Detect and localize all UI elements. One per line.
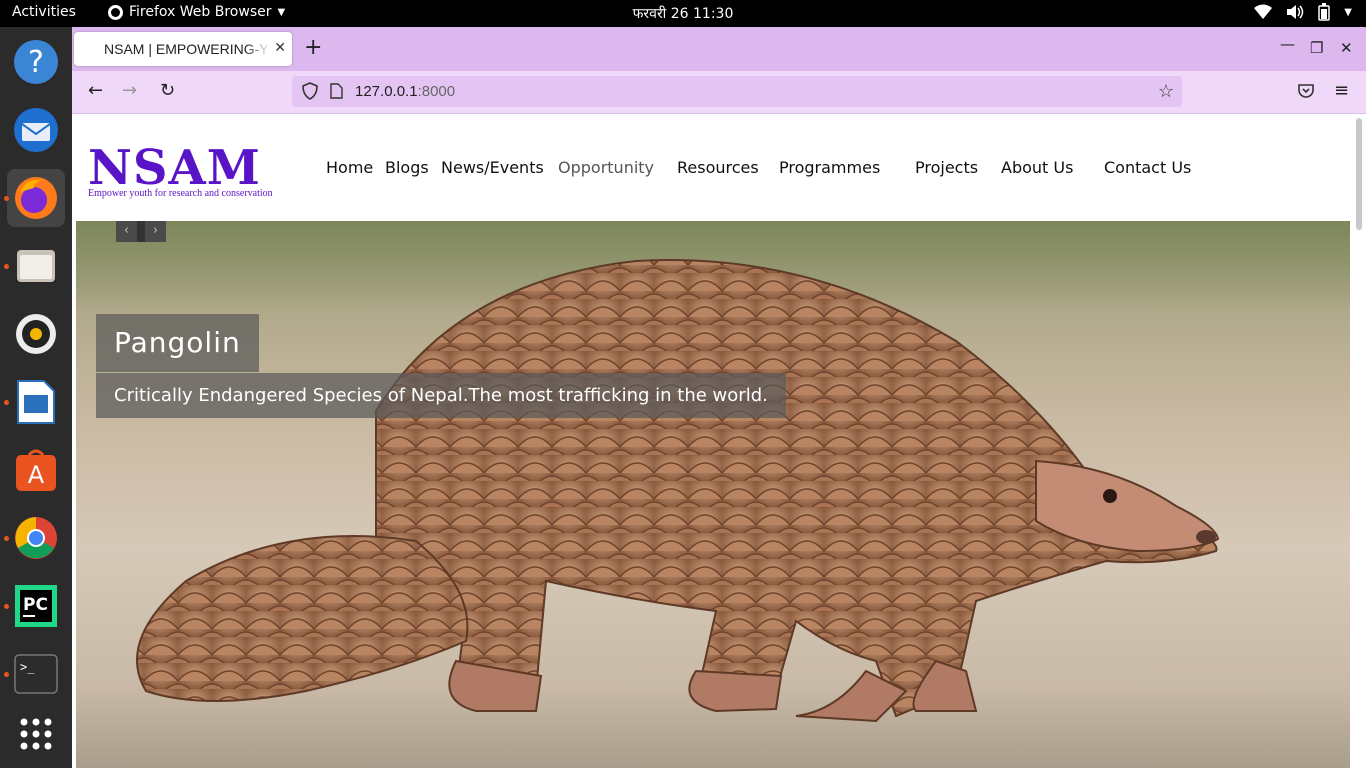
dock-firefox[interactable]	[4, 169, 65, 227]
nav-news-events[interactable]: News/Events	[441, 158, 544, 177]
bookmark-star-icon[interactable]: ☆	[1158, 81, 1174, 102]
nav-blogs[interactable]: Blogs	[385, 158, 429, 177]
slide-caption-title: Pangolin	[96, 314, 259, 372]
shield-icon[interactable]	[302, 82, 318, 100]
nav-programmes[interactable]: Programmes	[779, 158, 880, 177]
reload-icon[interactable]: ↻	[160, 80, 175, 101]
page-content: NSAM Empower youth for research and cons…	[72, 114, 1366, 768]
firefox-icon	[15, 177, 57, 219]
hamburger-menu-icon[interactable]: ≡	[1334, 80, 1349, 101]
running-indicator	[4, 264, 9, 269]
site-logo[interactable]: NSAM Empower youth for research and cons…	[88, 142, 303, 202]
logo-tagline: Empower youth for research and conservat…	[88, 188, 273, 199]
dock-help[interactable]: ?	[7, 33, 65, 91]
activities-button[interactable]: Activities	[12, 4, 76, 20]
slide-caption-text: Critically Endangered Species of Nepal.T…	[96, 373, 786, 418]
new-tab-button[interactable]: +	[304, 35, 322, 61]
nav-resources[interactable]: Resources	[677, 158, 759, 177]
app-menu-label: Firefox Web Browser	[129, 4, 272, 20]
slider-prev-icon[interactable]: ‹	[116, 221, 137, 242]
tab-strip: NSAM | EMPOWERING-YOUTH ✕ + — ❐ ✕	[72, 27, 1366, 71]
hero-slider[interactable]: ‹ › Pangolin Critically Endangered Speci…	[76, 221, 1350, 768]
svg-text:A: A	[28, 461, 45, 489]
running-indicator	[4, 400, 9, 405]
help-icon: ?	[14, 40, 58, 84]
svg-text:PC: PC	[23, 595, 48, 615]
dock-thunderbird[interactable]	[7, 101, 65, 159]
svg-text:?: ?	[28, 45, 44, 80]
battery-icon	[1318, 3, 1331, 21]
url-bar[interactable]: 127.0.0.1:8000 ☆	[292, 76, 1182, 107]
dock-chrome[interactable]	[4, 509, 65, 567]
slider-next-icon[interactable]: ›	[145, 221, 166, 242]
url-port: :8000	[417, 83, 456, 100]
dock-rhythmbox[interactable]	[7, 305, 65, 363]
volume-icon	[1287, 5, 1304, 19]
restore-icon[interactable]: ❐	[1310, 39, 1323, 57]
url-text[interactable]: 127.0.0.1:8000	[355, 83, 455, 100]
url-host: 127.0.0.1	[355, 83, 418, 100]
slider-divider	[137, 221, 145, 242]
scrollbar[interactable]	[1356, 118, 1362, 230]
tab-active[interactable]: NSAM | EMPOWERING-YOUTH ✕	[74, 32, 292, 66]
page-icon[interactable]	[330, 83, 343, 99]
minimize-icon[interactable]: —	[1280, 35, 1295, 53]
svg-text:>_: >_	[20, 660, 35, 674]
close-tab-icon[interactable]: ✕	[274, 39, 286, 56]
logo-text: NSAM	[88, 140, 261, 196]
running-indicator	[4, 672, 9, 677]
navigation-toolbar: ← → ↻ 127.0.0.1:8000 ☆ ≡	[72, 71, 1366, 114]
pycharm-icon: PC	[15, 585, 57, 627]
chrome-icon	[15, 517, 57, 559]
thunderbird-icon	[14, 108, 58, 152]
chevron-down-icon: ▼	[1344, 6, 1352, 18]
pocket-icon[interactable]	[1298, 83, 1314, 99]
firefox-icon	[108, 4, 123, 20]
chevron-down-icon: ▼	[277, 6, 286, 18]
running-indicator	[4, 604, 9, 609]
dock: ? A PC >_	[0, 27, 73, 768]
files-icon	[17, 250, 55, 282]
pangolin-image	[136, 259, 1220, 723]
nav-home[interactable]: Home	[326, 158, 373, 177]
libreoffice-impress-icon	[17, 380, 55, 424]
dock-terminal[interactable]: >_	[4, 645, 65, 703]
show-apps-icon	[20, 718, 52, 750]
system-top-bar: Activities Firefox Web Browser ▼ फरवरी 2…	[0, 0, 1366, 27]
dock-impress[interactable]	[4, 373, 65, 431]
back-icon[interactable]: ←	[88, 80, 103, 101]
dock-show-apps[interactable]	[7, 705, 65, 763]
nav-opportunity[interactable]: Opportunity	[558, 158, 654, 177]
wifi-icon	[1254, 4, 1273, 19]
running-indicator	[4, 196, 9, 201]
running-indicator	[4, 536, 9, 541]
tab-title: NSAM | EMPOWERING-YOUTH	[104, 41, 270, 57]
nav-contact-us[interactable]: Contact Us	[1104, 158, 1191, 177]
app-menu[interactable]: Firefox Web Browser ▼	[108, 4, 285, 20]
browser-window: NSAM | EMPOWERING-YOUTH ✕ + — ❐ ✕ ← → ↻ …	[72, 27, 1366, 768]
terminal-icon: >_	[14, 654, 58, 694]
app-center-icon: A	[16, 449, 56, 491]
dock-files[interactable]	[4, 237, 65, 295]
rhythmbox-icon	[16, 314, 56, 354]
system-tray[interactable]: ▼	[1254, 3, 1352, 21]
slider-controls[interactable]: ‹ ›	[116, 221, 166, 242]
nav-projects[interactable]: Projects	[915, 158, 978, 177]
close-window-icon[interactable]: ✕	[1340, 39, 1353, 57]
nav-about-us[interactable]: About Us	[1001, 158, 1073, 177]
dock-pycharm[interactable]: PC	[4, 577, 65, 635]
dock-app-center[interactable]: A	[7, 441, 65, 499]
clock[interactable]: फरवरी 26 11:30	[633, 6, 734, 22]
forward-icon[interactable]: →	[122, 80, 137, 101]
